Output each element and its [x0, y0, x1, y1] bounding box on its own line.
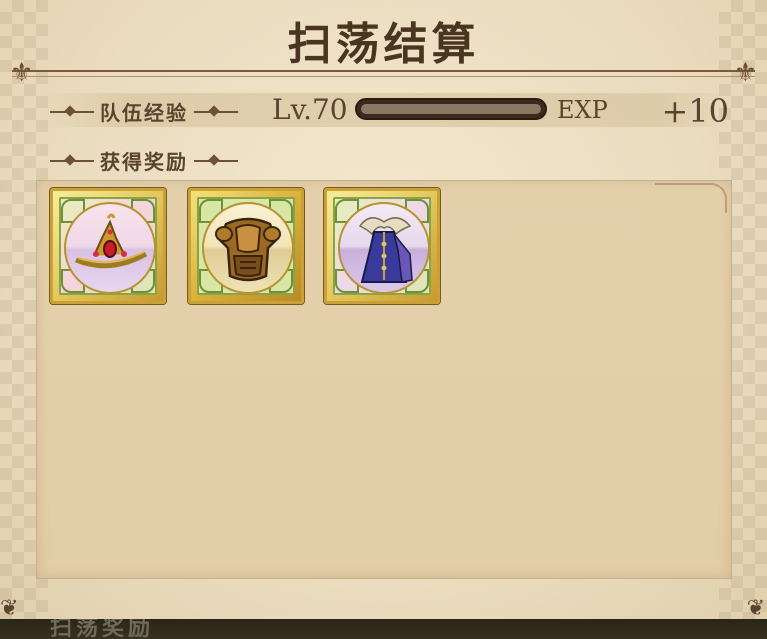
bottom-strip: 扫荡奖励: [0, 619, 767, 639]
label-deco-left: [50, 110, 94, 113]
exp-gain-value: +10: [661, 92, 729, 130]
rewards-label-text: 获得奖励: [100, 150, 188, 174]
label-deco-left: [50, 159, 94, 162]
corner-flourish-icon: ❦: [746, 596, 765, 621]
team-exp-label-text: 队伍经验: [100, 101, 188, 125]
title-divider: [12, 70, 755, 77]
label-deco-right: [194, 110, 238, 113]
team-exp-row: 队伍经验 Lv.70 EXP +10: [42, 92, 729, 130]
footer-partial-text: 扫荡奖励: [50, 619, 155, 639]
rewards-header-row: 获得奖励: [42, 142, 729, 176]
sweep-result-panel: 扫荡结算 ⚜ ⚜ 队伍经验 Lv.70 EXP +10 获得奖励 ❦ ❦: [0, 0, 767, 639]
fleur-ornament-icon: ⚜: [733, 58, 757, 88]
corner-ornament: [655, 183, 727, 213]
fleur-ornament-icon: ⚜: [10, 58, 34, 88]
team-level: Lv.70: [272, 93, 348, 126]
exp-progress-bar: [355, 98, 547, 120]
exp-unit: EXP: [557, 96, 608, 124]
robe-icon: [338, 202, 430, 294]
tiara-icon: [64, 202, 156, 294]
corner-flourish-icon: ❦: [0, 596, 19, 621]
reward-item-armor[interactable]: [188, 188, 304, 304]
page-title: 扫荡结算: [287, 19, 480, 70]
reward-item-tiara[interactable]: [50, 188, 166, 304]
team-exp-label: 队伍经验: [50, 97, 238, 126]
rewards-label: 获得奖励: [50, 146, 238, 175]
reward-item-robe[interactable]: [324, 188, 440, 304]
armor-icon: [202, 202, 294, 294]
exp-bar-track: [361, 104, 541, 114]
label-deco-right: [194, 159, 238, 162]
